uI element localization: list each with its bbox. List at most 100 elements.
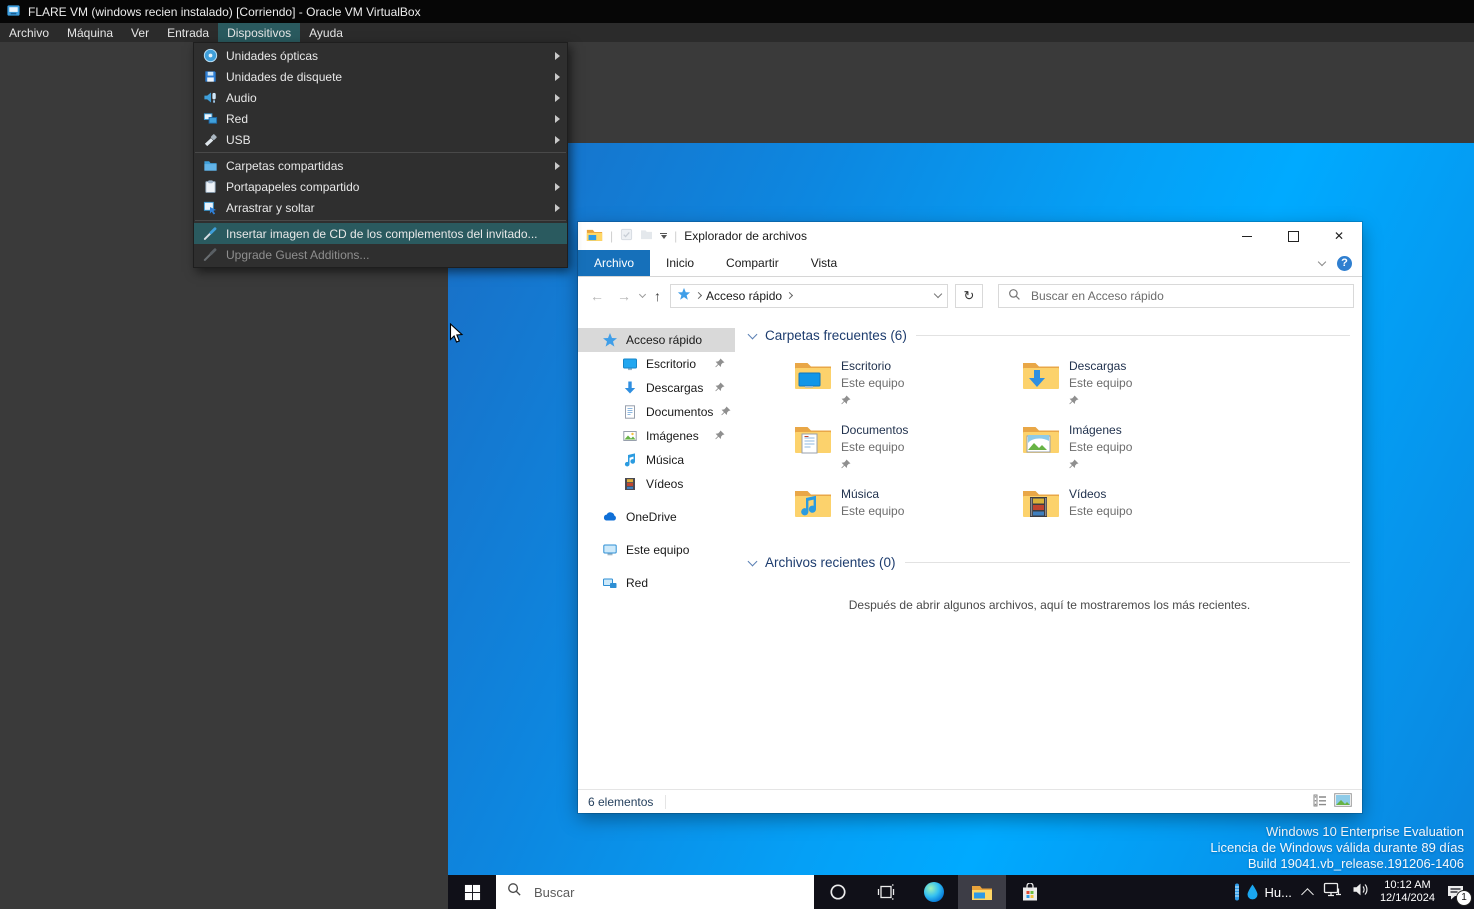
desktop[interactable]: | | Explorador de archivos ✕ Archivo (448, 143, 1474, 909)
minimize-button[interactable] (1224, 222, 1270, 250)
menu-item-unidades-disquete[interactable]: Unidades de disquete (194, 66, 567, 87)
address-bar[interactable]: Acceso rápido (670, 284, 948, 308)
sidebar-item-este-equipo[interactable]: Este equipo (578, 538, 735, 562)
pin-icon (841, 394, 904, 408)
sidebar-item-musica[interactable]: Música (578, 448, 735, 472)
task-view-button[interactable] (862, 875, 910, 909)
menu-separator (195, 152, 566, 153)
pictures-icon (622, 428, 638, 444)
pictures-folder-icon (1021, 423, 1061, 475)
microsoft-store-icon[interactable] (1006, 875, 1054, 909)
tab-compartir[interactable]: Compartir (710, 250, 795, 276)
menu-item-audio[interactable]: Audio (194, 87, 567, 108)
back-button[interactable]: ← (586, 289, 608, 303)
menu-item-label: Arrastrar y soltar (226, 201, 315, 215)
menu-item-upgrade-guest-additions[interactable]: Upgrade Guest Additions... (194, 244, 567, 265)
menubar-item-archivo[interactable]: Archivo (0, 23, 58, 42)
action-center-button[interactable]: 1 (1446, 884, 1465, 901)
sidebar-item-descargas[interactable]: Descargas (578, 376, 735, 400)
collapse-group-icon[interactable] (748, 329, 758, 339)
optical-disc-icon (202, 48, 218, 64)
cortana-button[interactable] (814, 875, 862, 909)
tile-name: Imágenes (1069, 423, 1132, 437)
menubar-item-entrada[interactable]: Entrada (158, 23, 218, 42)
tile-name: Documentos (841, 423, 908, 437)
forward-button[interactable]: → (613, 289, 635, 303)
devices-menu: Unidades ópticas Unidades de disquete Au… (193, 42, 568, 268)
edge-browser-icon[interactable] (910, 875, 958, 909)
menu-item-label: Unidades de disquete (226, 70, 342, 84)
new-folder-icon[interactable] (640, 229, 653, 243)
clock-time: 10:12 AM (1380, 879, 1435, 892)
windows-taskbar: Hu... 10:12 AM 12/14/2024 1 (448, 875, 1474, 909)
quick-access-star-icon (602, 332, 618, 348)
sidebar-item-onedrive[interactable]: OneDrive (578, 505, 735, 529)
menu-item-arrastrar-soltar[interactable]: Arrastrar y soltar (194, 197, 567, 218)
tab-inicio[interactable]: Inicio (650, 250, 710, 276)
tab-vista[interactable]: Vista (795, 250, 853, 276)
tab-archivo[interactable]: Archivo (578, 250, 650, 276)
menu-item-portapapeles[interactable]: Portapapeles compartido (194, 176, 567, 197)
recent-locations-dropdown-icon[interactable] (639, 290, 646, 297)
explorer-search-box (998, 284, 1354, 308)
folder-tile-descargas[interactable]: Descargas Este equipo (1021, 359, 1249, 411)
pin-icon (1069, 394, 1132, 408)
sidebar-item-acceso-rapido[interactable]: Acceso rápido (578, 328, 735, 352)
drag-drop-icon (202, 200, 218, 216)
folder-tile-documentos[interactable]: Documentos Este equipo (793, 423, 1021, 475)
music-icon (622, 452, 638, 468)
up-button[interactable]: ↑ (650, 289, 665, 303)
menu-item-unidades-opticas[interactable]: Unidades ópticas (194, 45, 567, 66)
sidebar-item-imagenes[interactable]: Imágenes (578, 424, 735, 448)
properties-icon[interactable] (620, 228, 633, 244)
folder-tile-escritorio[interactable]: Escritorio Este equipo (793, 359, 1021, 411)
sidebar-item-videos[interactable]: Vídeos (578, 472, 735, 496)
menu-item-carpetas-compartidas[interactable]: Carpetas compartidas (194, 155, 567, 176)
menubar-item-ayuda[interactable]: Ayuda (300, 23, 352, 42)
file-explorer-taskbar-icon[interactable] (958, 875, 1006, 909)
watermark-line: Licencia de Windows válida durante 89 dí… (1210, 840, 1464, 856)
details-view-icon[interactable] (1313, 794, 1327, 810)
network-tray-icon[interactable] (1323, 882, 1341, 902)
folder-tile-imagenes[interactable]: Imágenes Este equipo (1021, 423, 1249, 475)
sidebar-item-label: Este equipo (626, 543, 689, 557)
collapse-group-icon[interactable] (748, 556, 758, 566)
close-button[interactable]: ✕ (1316, 222, 1362, 250)
menu-item-label: Portapapeles compartido (226, 180, 359, 194)
breadcrumb-chevron-icon[interactable] (786, 292, 793, 299)
menu-item-insertar-guest-additions-cd[interactable]: Insertar imagen de CD de los complemento… (194, 223, 567, 244)
show-hidden-icons-chevron[interactable] (1301, 888, 1314, 901)
ribbon-collapse-icon[interactable] (1318, 257, 1326, 265)
mouse-cursor (449, 323, 464, 344)
address-dropdown-icon[interactable] (934, 290, 942, 298)
menu-item-red[interactable]: Red (194, 108, 567, 129)
breadcrumb-chevron-icon[interactable] (695, 292, 702, 299)
maximize-button[interactable] (1270, 222, 1316, 250)
menubar-item-ver[interactable]: Ver (122, 23, 158, 42)
start-button[interactable] (448, 875, 496, 909)
taskbar-search-input[interactable] (532, 884, 803, 901)
menu-item-label: Unidades ópticas (226, 49, 318, 63)
menu-item-usb[interactable]: USB (194, 129, 567, 150)
menubar-item-maquina[interactable]: Máquina (58, 23, 122, 42)
thumbnail-view-icon[interactable] (1334, 793, 1352, 810)
explorer-logo-icon (586, 228, 603, 245)
humidity-widget[interactable]: Hu... (1233, 883, 1291, 901)
folder-tile-musica[interactable]: Música Este equipo (793, 487, 1021, 539)
taskbar-clock[interactable]: 10:12 AM 12/14/2024 (1380, 879, 1435, 905)
breadcrumb-location[interactable]: Acceso rápido (706, 289, 782, 303)
search-input[interactable] (1029, 288, 1344, 304)
help-button[interactable]: ? (1337, 256, 1352, 271)
sidebar-item-red[interactable]: Red (578, 571, 735, 595)
menubar-item-dispositivos[interactable]: Dispositivos (218, 23, 300, 42)
sidebar-item-documentos[interactable]: Documentos (578, 400, 735, 424)
tile-location: Este equipo (841, 376, 904, 390)
sidebar-item-label: Vídeos (646, 477, 683, 491)
documents-icon (622, 404, 638, 420)
sidebar-item-escritorio[interactable]: Escritorio (578, 352, 735, 376)
volume-icon[interactable] (1352, 882, 1369, 902)
qat-customize-dropdown-icon[interactable] (660, 233, 667, 239)
refresh-button[interactable]: ↻ (955, 284, 983, 308)
folder-tile-videos[interactable]: Vídeos Este equipo (1021, 487, 1249, 539)
sidebar-item-label: Acceso rápido (626, 333, 702, 347)
